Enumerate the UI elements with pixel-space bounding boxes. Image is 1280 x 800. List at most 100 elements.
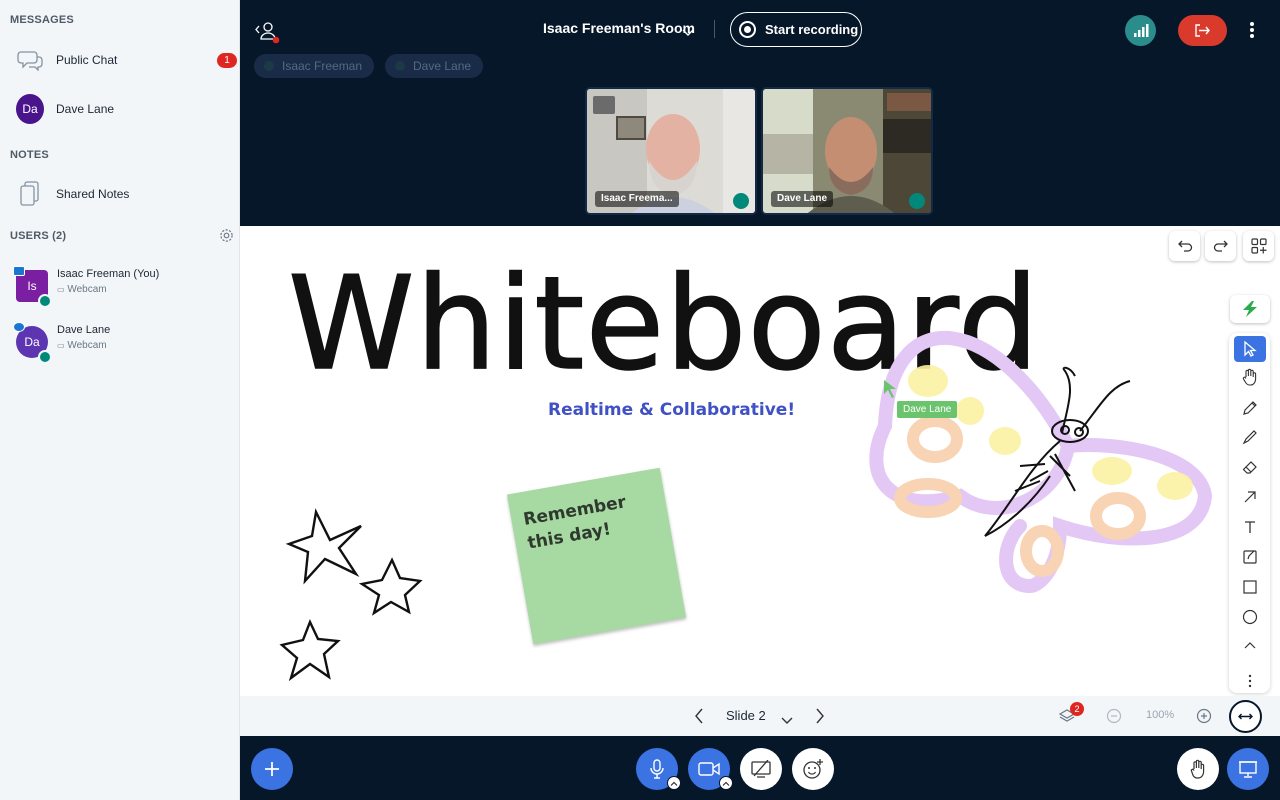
webcam-status: ▭ Webcam (57, 284, 107, 295)
user-list-toggle-icon[interactable] (254, 20, 280, 44)
pan-tool[interactable] (1234, 364, 1266, 390)
previous-slide-button[interactable] (692, 707, 706, 725)
fit-to-width-button[interactable] (1229, 700, 1262, 733)
actions-button[interactable] (251, 748, 293, 790)
more-options-icon[interactable] (1243, 18, 1261, 44)
pencil-icon (13, 322, 25, 332)
audio-options-button[interactable] (667, 776, 681, 790)
room-title[interactable]: Isaac Freeman's Room (543, 20, 695, 36)
chevron-right-icon (816, 708, 824, 724)
avatar: Da (16, 94, 44, 124)
hand-icon (1242, 368, 1257, 386)
chevron-up-icon (722, 781, 730, 786)
eraser-icon (1242, 461, 1257, 474)
zoom-out-button[interactable] (1106, 708, 1122, 724)
video-options-button[interactable] (719, 776, 733, 790)
chevron-up-icon (1244, 642, 1256, 649)
microphone-icon (650, 759, 664, 779)
ellipse-tool[interactable] (1234, 604, 1266, 630)
more-tools-button[interactable] (1234, 668, 1266, 694)
eraser-tool[interactable] (1234, 454, 1266, 480)
talking-indicator-isaac: Isaac Freeman (254, 54, 375, 78)
share-screen-button[interactable] (740, 748, 782, 790)
star-drawings (279, 508, 423, 682)
top-bar: Isaac Freeman's Room Start recording Isa… (240, 0, 1280, 78)
plus-icon (265, 762, 279, 776)
gear-icon[interactable] (219, 228, 234, 243)
sticky-note[interactable]: Remember this day! (506, 467, 687, 645)
video-tile-dave[interactable]: Dave Lane (761, 87, 933, 215)
lightning-icon (1243, 301, 1257, 317)
chevron-left-icon (695, 708, 703, 724)
mic-icon (38, 350, 52, 364)
chevron-up-icon (670, 781, 678, 786)
more-vertical-icon (1248, 674, 1252, 688)
unread-badge: 1 (217, 53, 237, 68)
presentation-icon (1239, 761, 1257, 778)
mic-icon (909, 193, 925, 209)
mic-icon (733, 193, 749, 209)
user-row-isaac[interactable]: Is Isaac Freeman (You) ▭ Webcam (0, 264, 240, 312)
text-tool[interactable] (1234, 514, 1266, 540)
pointer-icon (1244, 341, 1257, 357)
user-name: Isaac Freeman (You) (57, 268, 160, 280)
video-tile-isaac[interactable]: Isaac Freema... (585, 87, 757, 215)
highlighter-icon (1242, 430, 1257, 445)
public-chat-item[interactable]: Public Chat (0, 40, 240, 80)
zoom-level: 100% (1146, 709, 1175, 721)
hand-icon (1190, 759, 1205, 779)
webcam-status: ▭ Webcam (57, 340, 107, 351)
redo-button[interactable] (1205, 231, 1236, 261)
shared-notes-item[interactable]: Shared Notes (0, 174, 240, 214)
notes-icon (16, 180, 44, 208)
whiteboard-canvas[interactable]: Whiteboard Realtime & Collaborative! Rem… (240, 226, 1280, 696)
record-icon (739, 21, 756, 38)
slide-selector[interactable]: Slide 2 (726, 708, 766, 723)
collapse-tools-button[interactable] (1234, 633, 1266, 659)
connection-status-button[interactable] (1125, 15, 1156, 46)
action-bar (240, 736, 1280, 800)
participant-name: Isaac Freema... (595, 191, 679, 207)
whiteboard-toolbar (1229, 333, 1270, 693)
user-row-dave[interactable]: Da Dave Lane ▭ Webcam (0, 320, 240, 368)
text-icon (1245, 521, 1255, 533)
sticky-note-text: Remember this day! (521, 492, 628, 554)
camera-icon (698, 762, 720, 776)
pencil-tool[interactable] (1234, 395, 1266, 421)
leave-meeting-button[interactable] (1178, 15, 1227, 46)
highlighter-tool[interactable] (1234, 424, 1266, 450)
note-tool[interactable] (1234, 544, 1266, 570)
rectangle-tool[interactable] (1234, 574, 1266, 600)
private-chat-label: Dave Lane (56, 102, 115, 116)
select-tool[interactable] (1234, 336, 1266, 362)
undo-button[interactable] (1169, 231, 1200, 261)
quick-actions-button[interactable] (1230, 295, 1270, 323)
zoom-in-button[interactable] (1196, 708, 1212, 724)
apps-button[interactable] (1243, 231, 1274, 261)
talking-indicator-dave: Dave Lane (385, 54, 484, 78)
chevron-down-icon[interactable] (781, 712, 793, 730)
layers-badge: 2 (1070, 702, 1084, 716)
ellipse-icon (1242, 609, 1258, 625)
arrow-icon (1244, 491, 1256, 503)
messages-section-title: MESSAGES (10, 14, 74, 26)
presentation-toggle-button[interactable] (1227, 748, 1269, 790)
emoji-add-icon (803, 759, 823, 779)
reactions-button[interactable] (792, 748, 834, 790)
chevron-down-icon[interactable] (682, 24, 694, 42)
webcam-icon: ▭ (57, 341, 65, 350)
zoom-in-icon (1196, 708, 1212, 724)
arrow-tool[interactable] (1234, 484, 1266, 510)
chat-icon (16, 46, 44, 74)
participant-name-label: Dave Lane (777, 193, 828, 204)
expand-horizontal-icon (1238, 713, 1253, 720)
start-recording-button[interactable]: Start recording (730, 12, 862, 47)
private-chat-item[interactable]: Da Dave Lane (0, 89, 240, 129)
pencil-icon (1243, 401, 1257, 415)
raise-hand-button[interactable] (1177, 748, 1219, 790)
notes-section-title: NOTES (10, 149, 49, 161)
users-section-title: USERS (2) (10, 230, 67, 242)
next-slide-button[interactable] (813, 707, 827, 725)
sidebar: MESSAGES Public Chat 1 Da Dave Lane NOTE… (0, 0, 240, 800)
user-name: Dave Lane (57, 324, 111, 336)
